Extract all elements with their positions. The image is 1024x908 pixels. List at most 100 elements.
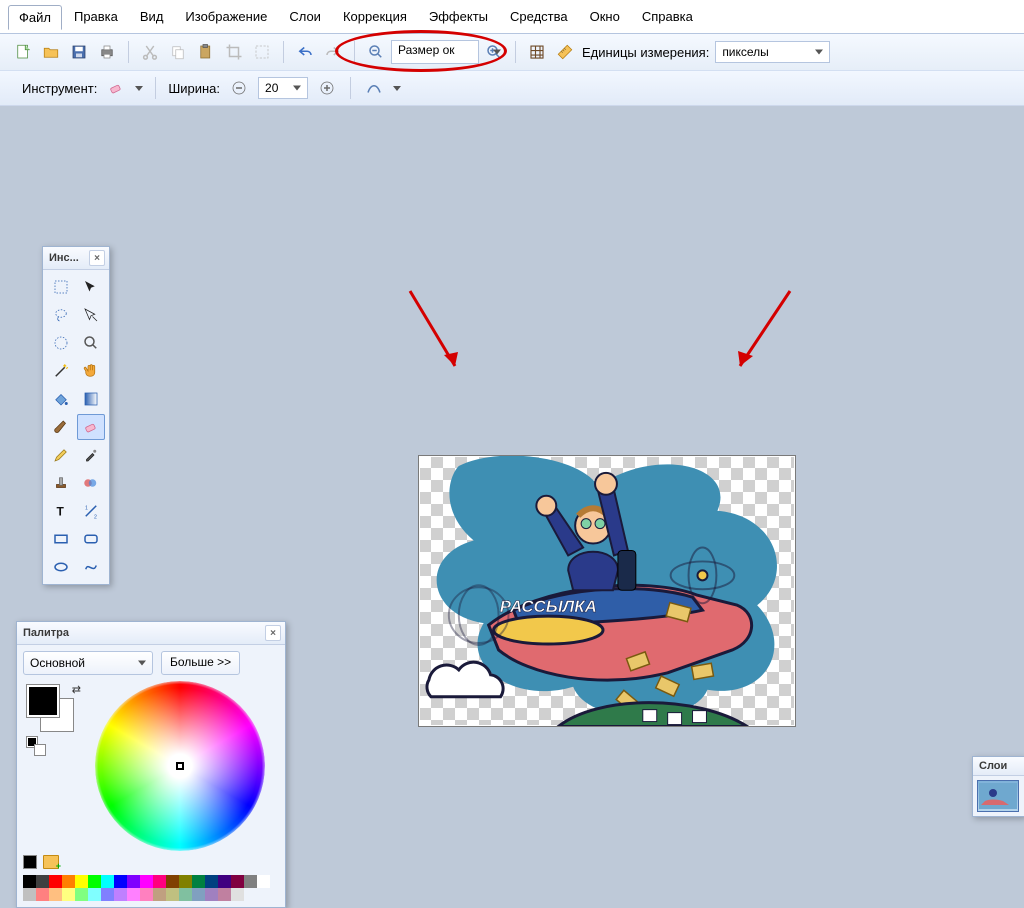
layers-panel[interactable]: Слои (972, 756, 1024, 817)
primary-secondary-swatch[interactable]: ⇄ (27, 685, 79, 737)
tool-ellipse[interactable] (47, 554, 75, 580)
tool-clone[interactable] (47, 470, 75, 496)
tool-recolor[interactable] (77, 470, 105, 496)
width-increase-icon[interactable] (316, 77, 338, 99)
palette-swatch[interactable] (101, 888, 114, 901)
color-channel-select[interactable]: Основной (23, 651, 153, 675)
palette-swatch[interactable] (218, 875, 231, 888)
menu-tools[interactable]: Средства (500, 5, 578, 28)
close-icon[interactable]: × (89, 250, 105, 266)
palette-panel-titlebar[interactable]: Палитра × (17, 622, 285, 645)
palette-swatch[interactable] (140, 875, 153, 888)
tool-lasso[interactable] (47, 302, 75, 328)
menu-file[interactable]: Файл (8, 5, 62, 30)
palette-swatch[interactable] (23, 875, 36, 888)
color-wheel-picker[interactable] (176, 762, 184, 770)
menu-view[interactable]: Вид (130, 5, 174, 28)
menu-help[interactable]: Справка (632, 5, 703, 28)
paste-icon[interactable] (195, 41, 217, 63)
palette-swatch[interactable] (114, 888, 127, 901)
tool-rect-select[interactable] (47, 274, 75, 300)
undo-icon[interactable] (294, 41, 316, 63)
tool-eraser[interactable] (77, 414, 105, 440)
palette-swatch[interactable] (62, 888, 75, 901)
ruler-icon[interactable] (554, 41, 576, 63)
palette-swatch[interactable] (257, 875, 270, 888)
current-swatch[interactable] (23, 855, 37, 869)
width-select[interactable]: 20 (258, 77, 308, 99)
canvas-document[interactable]: РАССЫЛКА (418, 455, 796, 727)
palette-swatch[interactable] (205, 875, 218, 888)
tool-pan[interactable] (77, 358, 105, 384)
palette-swatch[interactable] (218, 888, 231, 901)
tool-brush[interactable] (47, 414, 75, 440)
tool-ellipse-select[interactable] (47, 330, 75, 356)
swap-colors-icon[interactable]: ⇄ (72, 683, 81, 696)
current-tool-eraser-icon[interactable] (105, 77, 127, 99)
palette-swatch[interactable] (192, 875, 205, 888)
save-icon[interactable] (68, 41, 90, 63)
tool-gradient[interactable] (77, 386, 105, 412)
crop-icon[interactable] (223, 41, 245, 63)
palette-swatch[interactable] (101, 875, 114, 888)
palette-swatch[interactable] (36, 888, 49, 901)
palette-swatch[interactable] (75, 888, 88, 901)
primary-color[interactable] (27, 685, 59, 717)
palette-swatch[interactable] (88, 888, 101, 901)
tool-dropdown-arrow[interactable] (135, 86, 143, 91)
tool-color-picker[interactable] (77, 442, 105, 468)
palette-swatch[interactable] (23, 888, 36, 901)
palette-swatch[interactable] (166, 875, 179, 888)
menu-effects[interactable]: Эффекты (419, 5, 498, 28)
reset-colors-white[interactable] (35, 745, 45, 755)
palette-swatch[interactable] (179, 888, 192, 901)
menu-window[interactable]: Окно (580, 5, 630, 28)
tool-rectangle[interactable] (47, 526, 75, 552)
width-decrease-icon[interactable] (228, 77, 250, 99)
palette-swatch[interactable] (36, 875, 49, 888)
tool-fill[interactable] (47, 386, 75, 412)
deselect-icon[interactable] (251, 41, 273, 63)
palette-swatch[interactable] (114, 875, 127, 888)
palette-swatch[interactable] (88, 875, 101, 888)
palette-swatch[interactable] (231, 875, 244, 888)
palette-swatch[interactable] (49, 875, 62, 888)
antialias-dropdown-arrow[interactable] (393, 86, 401, 91)
tool-line[interactable]: 12 (77, 498, 105, 524)
palette-swatch[interactable] (127, 888, 140, 901)
palette-panel[interactable]: Палитра × Основной Больше >> ⇄ (16, 621, 286, 908)
tool-pencil[interactable] (47, 442, 75, 468)
menu-layers[interactable]: Слои (279, 5, 331, 28)
layers-panel-titlebar[interactable]: Слои (973, 757, 1024, 776)
antialias-icon[interactable] (363, 77, 385, 99)
layer-thumbnail[interactable] (977, 780, 1019, 812)
grid-icon[interactable] (526, 41, 548, 63)
tool-magic-wand[interactable] (47, 358, 75, 384)
tool-zoom[interactable] (77, 330, 105, 356)
palette-swatch[interactable] (49, 888, 62, 901)
units-select[interactable]: пикселы (715, 41, 830, 63)
close-icon[interactable]: × (265, 625, 281, 641)
tool-move-selected[interactable] (77, 302, 105, 328)
tool-move[interactable] (77, 274, 105, 300)
palette-swatch[interactable] (192, 888, 205, 901)
new-icon[interactable] (12, 41, 34, 63)
cut-icon[interactable] (139, 41, 161, 63)
palette-strip[interactable] (17, 871, 285, 907)
palette-swatch[interactable] (231, 888, 244, 901)
zoom-level-select[interactable]: Размер ок (391, 40, 479, 64)
add-swatch-icon[interactable] (43, 855, 59, 869)
palette-swatch[interactable] (205, 888, 218, 901)
print-icon[interactable] (96, 41, 118, 63)
tool-rounded-rect[interactable] (77, 526, 105, 552)
menu-edit[interactable]: Правка (64, 5, 128, 28)
color-wheel[interactable] (95, 681, 265, 851)
palette-swatch[interactable] (62, 875, 75, 888)
copy-icon[interactable] (167, 41, 189, 63)
tools-panel[interactable]: Инс... × T 12 (42, 246, 110, 585)
palette-swatch[interactable] (153, 875, 166, 888)
tools-panel-titlebar[interactable]: Инс... × (43, 247, 109, 270)
redo-icon[interactable] (322, 41, 344, 63)
palette-swatch[interactable] (75, 875, 88, 888)
tool-freeform[interactable] (77, 554, 105, 580)
